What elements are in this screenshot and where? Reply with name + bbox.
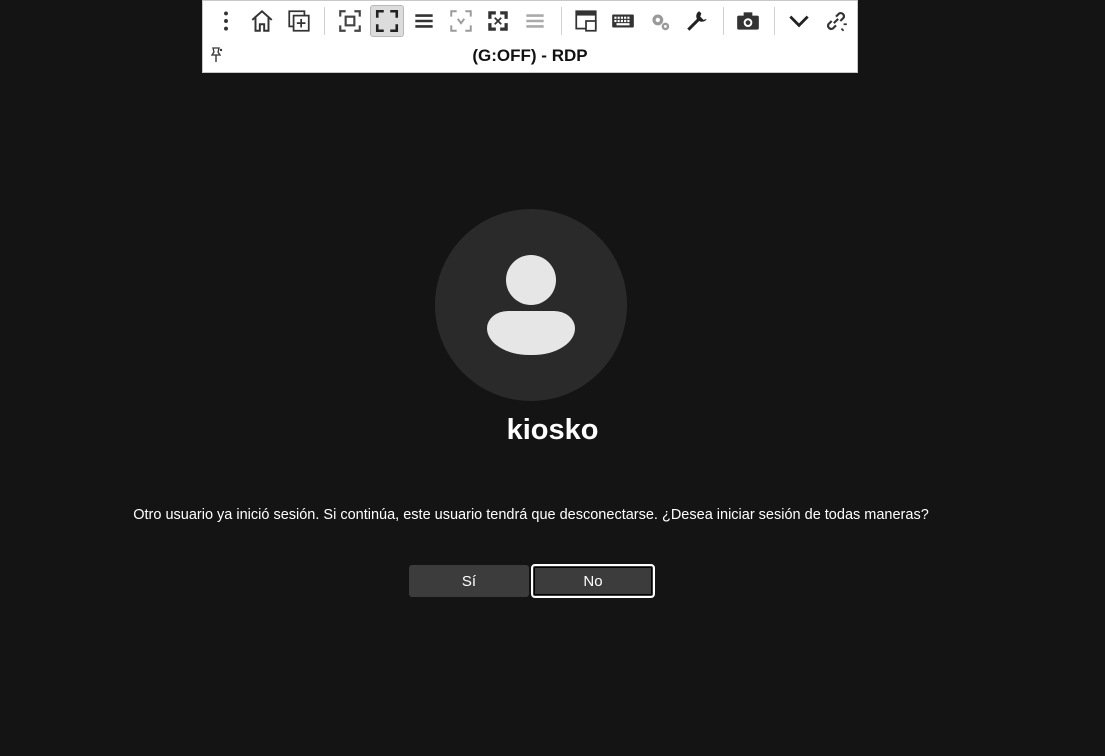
menu-dots-icon[interactable] [209,5,243,37]
toolbar-separator [774,7,775,35]
fit-window-icon[interactable] [333,5,367,37]
rdp-connection-title: (G:OFF) - RDP [472,46,588,65]
session-warning-message: Otro usuario ya inició sesión. Si contin… [133,507,929,523]
disconnect-link-icon[interactable] [819,5,853,37]
new-window-icon[interactable] [282,5,316,37]
home-icon[interactable] [245,5,279,37]
expand-icon[interactable] [481,5,515,37]
remote-desktop-screen: (G:OFF) - RDP kiosko Otro usuario ya ini… [0,0,1105,756]
camera-icon[interactable] [731,5,765,37]
rdp-toolbar: (G:OFF) - RDP [202,0,858,73]
toolbar-separator [723,7,724,35]
user-icon-head [506,255,556,305]
user-avatar [435,209,627,401]
toolbar-separator [561,7,562,35]
keyboard-icon[interactable] [606,5,640,37]
fullscreen-icon[interactable] [370,5,404,37]
rdp-toolbar-buttons [203,1,857,41]
wrench-icon[interactable] [680,5,714,37]
chevron-down-icon[interactable] [782,5,816,37]
multi-monitor-icon[interactable] [569,5,603,37]
username-label: kiosko [506,414,599,446]
scale-icon[interactable] [444,5,478,37]
hamburger-icon[interactable] [407,5,441,37]
yes-button[interactable]: Sí [409,565,529,597]
no-button[interactable]: No [531,564,655,598]
toolbar-separator [324,7,325,35]
settings-gears-icon[interactable] [643,5,677,37]
user-icon-body [487,311,575,355]
list-icon[interactable] [518,5,552,37]
